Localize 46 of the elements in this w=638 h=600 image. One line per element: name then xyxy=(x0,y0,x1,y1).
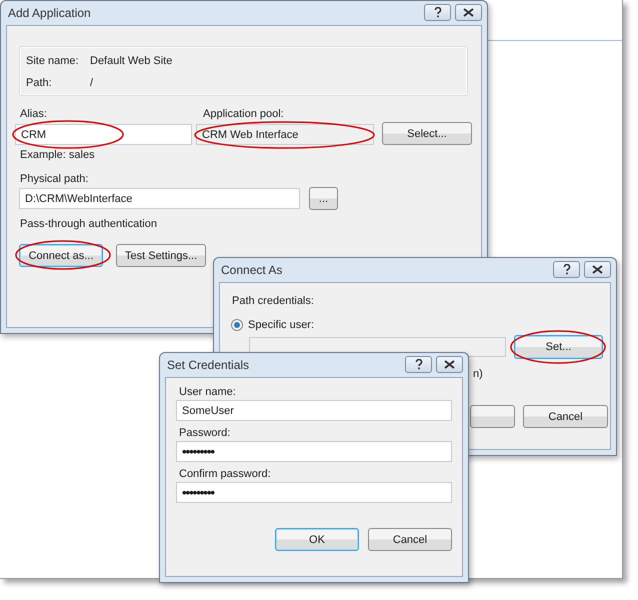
example-text: Example: sales xyxy=(20,149,96,161)
password-field[interactable]: ••••••••• xyxy=(176,482,452,503)
field-label: Confirm password: xyxy=(178,468,272,480)
window-title: Set Credentials xyxy=(166,358,250,372)
window-title: Add Application xyxy=(7,6,91,20)
radio-label: Specific user: xyxy=(248,319,314,331)
password-field[interactable]: ••••••••• xyxy=(176,441,452,462)
field-label: Site name: xyxy=(26,55,80,69)
select-button[interactable]: Select... xyxy=(382,122,472,145)
dialog-button[interactable]: Test Settings... xyxy=(116,244,206,267)
browse-button[interactable]: ... xyxy=(309,187,338,210)
radio-button[interactable] xyxy=(231,319,243,331)
close-button[interactable] xyxy=(584,261,611,278)
option-text: n) xyxy=(473,368,484,380)
field-label: User name: xyxy=(178,386,237,398)
user-name-field[interactable]: SomeUser xyxy=(176,400,452,421)
application-pool-field: CRM Web Interface xyxy=(196,124,374,145)
path-value: / xyxy=(90,76,94,90)
dialog-button[interactable]: OK xyxy=(275,528,359,551)
ok-button[interactable] xyxy=(470,405,515,428)
help-icon xyxy=(414,359,422,370)
close-icon xyxy=(592,265,603,274)
help-button[interactable] xyxy=(405,356,432,373)
help-button[interactable] xyxy=(553,261,580,278)
close-button[interactable] xyxy=(436,356,463,373)
window-title: Connect As xyxy=(220,263,282,277)
dialog-button[interactable]: Cancel xyxy=(368,528,452,551)
alias-field[interactable]: CRM xyxy=(15,124,192,145)
set-button[interactable]: Set... xyxy=(514,335,603,359)
field-label: Alias: xyxy=(19,108,48,120)
help-button[interactable] xyxy=(424,4,451,21)
authentication-text: Pass-through authentication xyxy=(20,218,158,230)
cancel-button[interactable]: Cancel xyxy=(523,405,608,428)
close-button[interactable] xyxy=(455,4,482,21)
help-icon xyxy=(434,7,442,18)
close-icon xyxy=(444,360,455,369)
physical-path-field[interactable]: D:\CRM\WebInterface xyxy=(19,188,300,209)
field-label: Application pool: xyxy=(202,108,285,120)
close-icon xyxy=(463,8,474,17)
site-name-value: Default Web Site xyxy=(90,55,174,69)
field-label: Physical path: xyxy=(20,173,90,185)
field-label: Path: xyxy=(26,76,53,90)
dialog-button[interactable]: Connect as... xyxy=(19,244,103,267)
field-label: Password: xyxy=(178,427,232,439)
section-label: Path credentials: xyxy=(232,295,315,307)
help-icon xyxy=(562,264,570,275)
